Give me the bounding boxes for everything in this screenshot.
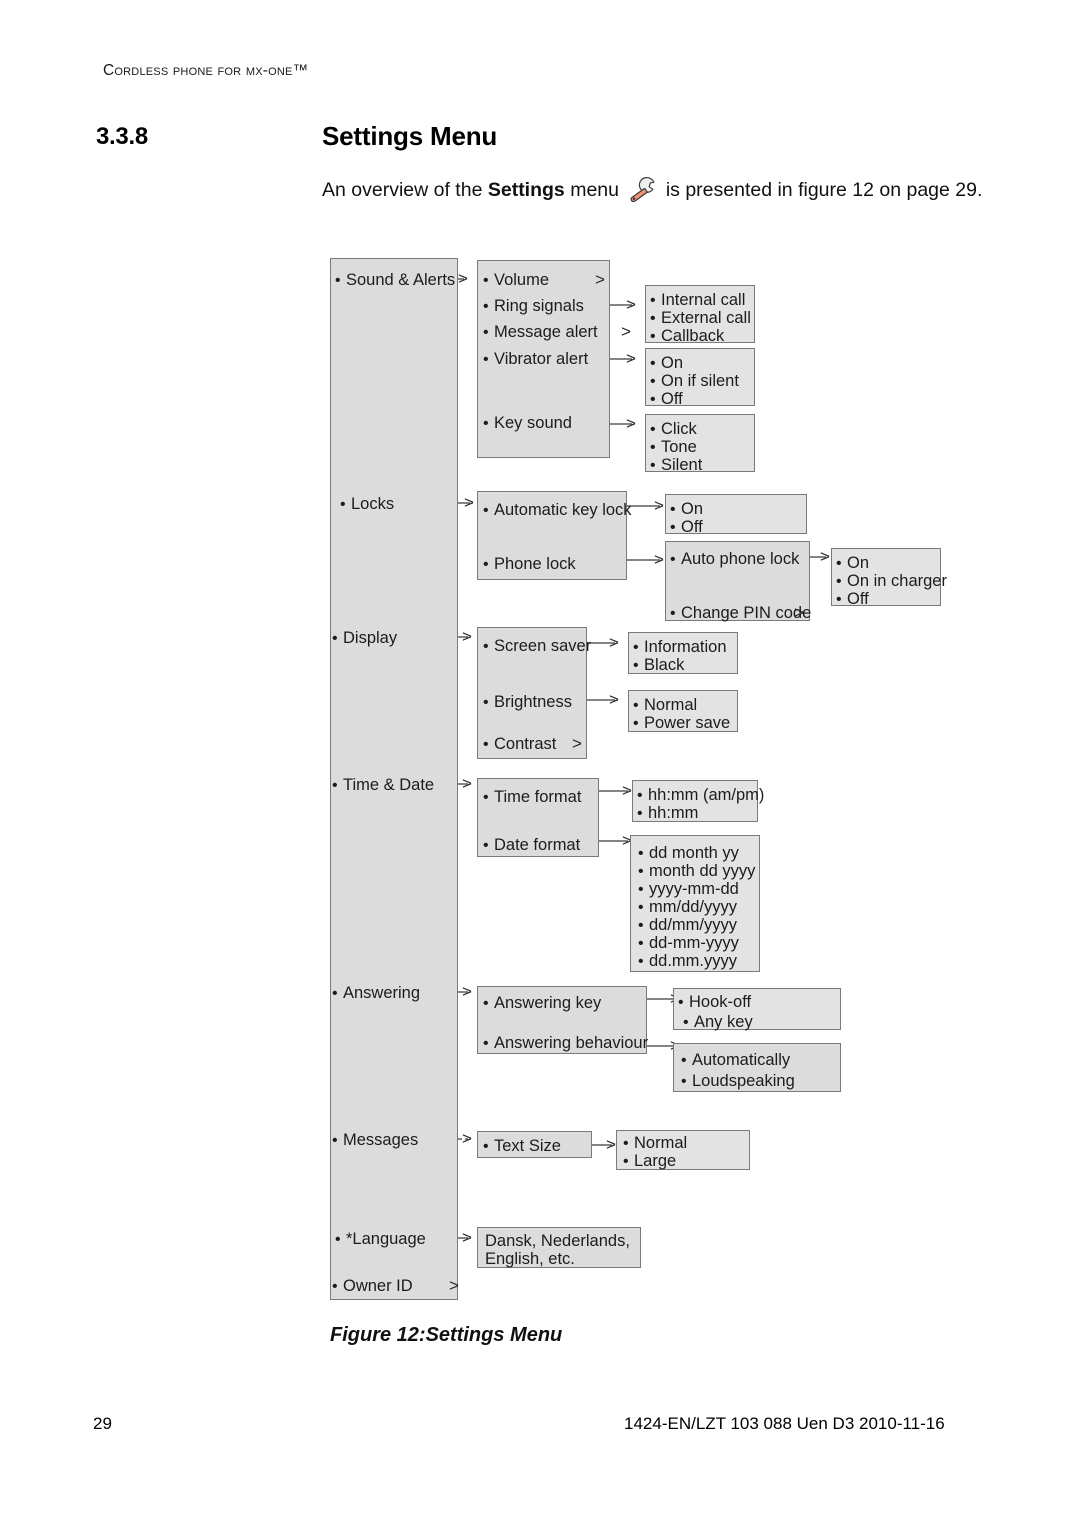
- submenu-caret-change-pin-code: >: [794, 603, 804, 622]
- connector-lines: [433, 278, 826, 1239]
- submenu-caret-message-alert: >: [621, 322, 631, 341]
- menu-item-answering[interactable]: Answering: [333, 983, 420, 1004]
- arrowhead-locks: >: [464, 493, 474, 512]
- options-time-format-box[interactable]: hh:mm (am/pm) hh:mm: [632, 780, 764, 824]
- arrowhead-sound-alerts: >: [458, 269, 468, 288]
- arrowhead-ring-signals: >: [626, 295, 636, 314]
- options-vibrator-alert-box[interactable]: On On if silent Off: [645, 348, 755, 408]
- submenu-item-change-pin-code[interactable]: Change PIN code: [671, 603, 811, 624]
- submenu-item-answering-key[interactable]: Answering key: [484, 993, 601, 1014]
- option-callback[interactable]: Callback: [651, 326, 724, 347]
- options-auto-phone-lock-box[interactable]: On On in charger Off: [831, 548, 947, 608]
- page-number: 29: [93, 1414, 112, 1433]
- option-automatically[interactable]: Automatically: [682, 1050, 790, 1071]
- submenu-caret-contrast: >: [572, 734, 582, 753]
- submenu-item-phone-lock[interactable]: Phone lock: [484, 554, 576, 575]
- arrowhead-key-sound: >: [626, 414, 636, 433]
- arrowhead-screen-saver: >: [609, 633, 619, 652]
- menu-item-locks[interactable]: Locks: [341, 494, 394, 515]
- submenu-item-vibrator-alert[interactable]: Vibrator alert: [484, 349, 588, 370]
- submenu-messages-box[interactable]: Text Size: [477, 1131, 592, 1158]
- option-apl-off[interactable]: Off: [837, 589, 869, 610]
- submenu-item-text-size[interactable]: Text Size: [484, 1136, 561, 1157]
- menu-item-sound-alerts[interactable]: Sound & Alerts: [336, 270, 455, 291]
- arrowhead-auto-key-lock: >: [654, 496, 664, 515]
- option-keylock-off[interactable]: Off: [671, 517, 703, 538]
- option-power-save[interactable]: Power save: [634, 713, 730, 734]
- arrowhead-answering: >: [462, 982, 472, 1001]
- arrowhead-time-format: >: [622, 781, 632, 800]
- options-automatic-key-lock-box[interactable]: On Off: [665, 494, 807, 536]
- options-answering-behaviour-box[interactable]: Automatically Loudspeaking: [673, 1043, 841, 1092]
- submenu-sound-alerts-box[interactable]: Volume > Ring signals Message alert > Vi…: [477, 260, 631, 458]
- submenu-item-volume[interactable]: Volume: [484, 270, 549, 291]
- arrowhead-display: >: [462, 627, 472, 646]
- options-language-box[interactable]: Dansk, Nederlands, English, etc.: [477, 1227, 641, 1268]
- submenu-item-screen-saver[interactable]: Screen saver: [484, 636, 591, 657]
- options-brightness-box[interactable]: Normal Power save: [628, 690, 738, 732]
- arrowhead-phone-lock: >: [654, 550, 664, 569]
- menu-level1-box[interactable]: Sound & Alerts Locks Display Time & Date…: [330, 258, 459, 1300]
- submenu-locks-box[interactable]: Automatic key lock Phone lock: [477, 491, 632, 580]
- options-answering-key-box[interactable]: Hook-off Any key: [673, 988, 841, 1033]
- submenu-item-automatic-key-lock[interactable]: Automatic key lock: [484, 500, 632, 521]
- option-vibrator-off[interactable]: Off: [651, 389, 683, 410]
- document-id: 1424-EN/LZT 103 088 Uen D3 2010-11-16: [624, 1414, 945, 1433]
- menu-item-messages[interactable]: Messages: [333, 1130, 418, 1151]
- option-language-line2[interactable]: English, etc.: [485, 1249, 575, 1270]
- option-hook-off[interactable]: Hook-off: [679, 992, 751, 1013]
- submenu-caret-owner-id: >: [449, 1276, 459, 1295]
- option-black[interactable]: Black: [634, 655, 684, 676]
- submenu-item-time-format[interactable]: Time format: [484, 787, 581, 808]
- option-time-hhmm[interactable]: hh:mm: [638, 803, 698, 824]
- menu-item-language[interactable]: *Language: [336, 1229, 426, 1250]
- menu-item-display[interactable]: Display: [333, 628, 397, 649]
- options-screen-saver-box[interactable]: Information Black: [628, 632, 738, 674]
- options-key-sound-box[interactable]: Click Tone Silent: [645, 414, 755, 474]
- figure-caption: Figure 12:Settings Menu: [330, 1324, 563, 1346]
- submenu-item-date-format[interactable]: Date format: [484, 835, 580, 856]
- submenu-item-key-sound[interactable]: Key sound: [484, 413, 572, 434]
- option-textsize-large[interactable]: Large: [624, 1151, 676, 1172]
- arrowhead-text-size: >: [606, 1135, 616, 1154]
- submenu-item-auto-phone-lock[interactable]: Auto phone lock: [671, 549, 799, 570]
- arrowhead-brightness: >: [609, 690, 619, 709]
- menu-item-owner-id[interactable]: Owner ID: [333, 1276, 413, 1297]
- options-ring-signals-box[interactable]: Internal call External call Callback: [645, 285, 755, 345]
- arrowhead-time-date: >: [462, 774, 472, 793]
- arrowhead-vibrator-alert: >: [626, 349, 636, 368]
- submenu-item-ring-signals[interactable]: Ring signals: [484, 296, 584, 317]
- arrowhead-messages: >: [462, 1129, 472, 1148]
- option-any-key[interactable]: Any key: [684, 1012, 753, 1033]
- options-text-size-box[interactable]: Normal Large: [616, 1130, 750, 1170]
- submenu-phone-lock-box[interactable]: Auto phone lock Change PIN code >: [665, 541, 811, 624]
- submenu-display-box[interactable]: Screen saver Brightness Contrast >: [477, 627, 591, 759]
- options-date-format-box[interactable]: dd month yy month dd yyyy yyyy-mm-dd mm/…: [630, 835, 760, 972]
- submenu-time-date-box[interactable]: Time format Date format: [477, 778, 599, 857]
- arrowhead-language: >: [462, 1228, 472, 1247]
- settings-menu-diagram: > > > > > > > > > > > > > > > > > > > > …: [0, 0, 1080, 1527]
- submenu-caret-volume: >: [595, 270, 605, 289]
- submenu-item-brightness[interactable]: Brightness: [484, 692, 572, 713]
- submenu-item-message-alert[interactable]: Message alert: [484, 322, 598, 343]
- menu-item-time-date[interactable]: Time & Date: [333, 775, 434, 796]
- submenu-answering-box[interactable]: Answering key Answering behaviour: [477, 986, 648, 1054]
- submenu-item-answering-behaviour[interactable]: Answering behaviour: [484, 1033, 648, 1054]
- option-loudspeaking[interactable]: Loudspeaking: [682, 1071, 795, 1092]
- option-date-dd-mm-yyyy-dot[interactable]: dd.mm.yyyy: [639, 951, 737, 972]
- arrowhead-auto-phone-lock: >: [820, 547, 830, 566]
- option-silent[interactable]: Silent: [651, 455, 702, 476]
- submenu-item-contrast[interactable]: Contrast: [484, 734, 556, 755]
